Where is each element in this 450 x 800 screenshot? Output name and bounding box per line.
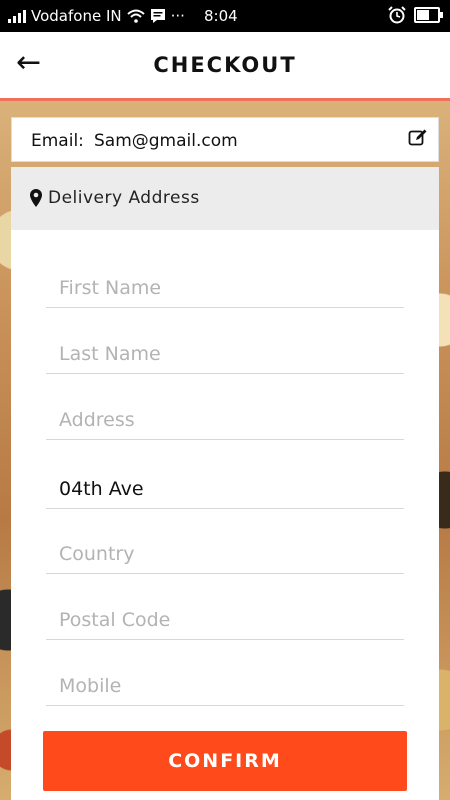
address-input[interactable] bbox=[46, 400, 404, 440]
street-input[interactable] bbox=[46, 469, 404, 509]
mobile-input[interactable] bbox=[46, 666, 404, 706]
more-notifications-icon: ··· bbox=[170, 7, 185, 25]
map-pin-icon bbox=[30, 189, 42, 207]
country-input[interactable] bbox=[46, 534, 404, 574]
email-label: Email: bbox=[31, 131, 84, 151]
wifi-icon bbox=[126, 9, 145, 23]
battery-icon bbox=[414, 7, 443, 23]
delivery-address-title: Delivery Address bbox=[48, 188, 200, 208]
postal-code-input[interactable] bbox=[46, 600, 404, 640]
delivery-address-header: Delivery Address bbox=[11, 167, 439, 230]
edit-icon[interactable] bbox=[408, 128, 428, 148]
delivery-address-card: Delivery Address bbox=[11, 167, 439, 800]
status-bar: Vodafone IN ··· 8:04 bbox=[0, 0, 450, 32]
app-bar: ← CHECKOUT bbox=[0, 32, 450, 101]
confirm-button[interactable]: CONFIRM bbox=[43, 731, 407, 791]
page-title: CHECKOUT bbox=[153, 53, 297, 77]
status-right bbox=[388, 6, 443, 24]
first-name-input[interactable] bbox=[46, 268, 404, 308]
signal-icon bbox=[8, 9, 26, 23]
alarm-icon bbox=[388, 6, 406, 24]
email-value: Sam@gmail.com bbox=[94, 131, 238, 151]
status-left: Vodafone IN ··· bbox=[8, 7, 185, 25]
carrier-name: Vodafone IN bbox=[31, 7, 122, 25]
last-name-input[interactable] bbox=[46, 334, 404, 374]
status-time: 8:04 bbox=[204, 7, 238, 25]
email-row: Email: Sam@gmail.com bbox=[11, 117, 439, 162]
message-notification-icon bbox=[150, 9, 165, 23]
